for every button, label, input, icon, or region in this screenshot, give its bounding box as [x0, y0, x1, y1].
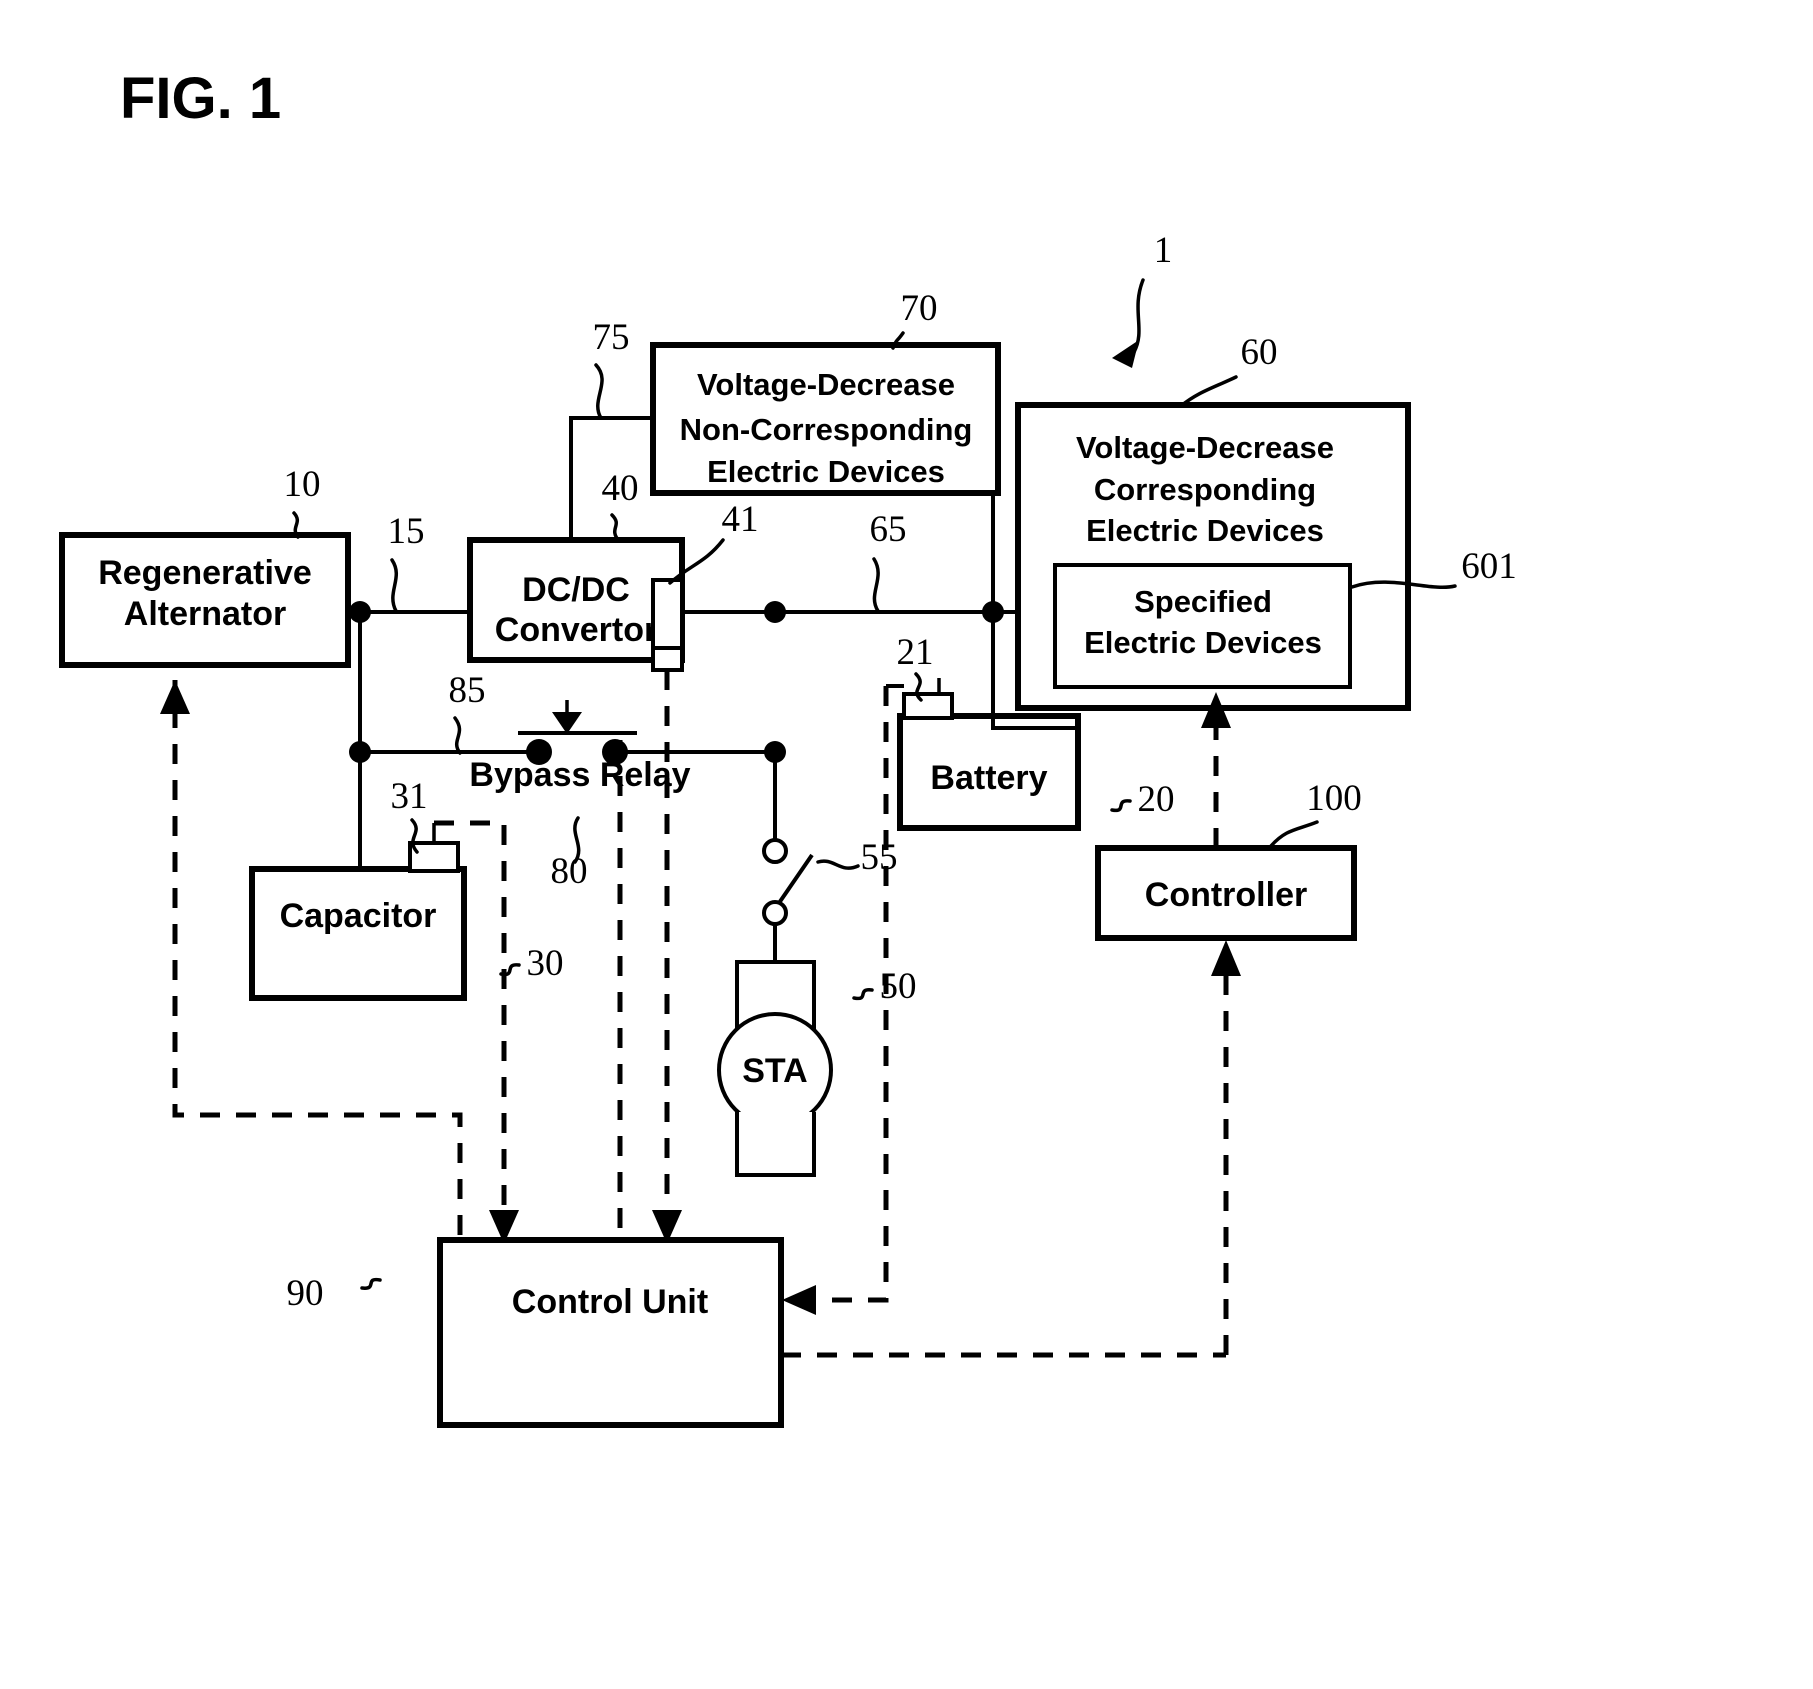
label-alternator-line1: Regenerative: [98, 554, 312, 592]
leader-15: [390, 558, 398, 613]
label-battery: Battery: [930, 759, 1047, 797]
ref-80: 80: [551, 851, 588, 892]
arrowhead-battery-sense: [782, 1285, 816, 1315]
block-control-unit: [437, 1237, 784, 1428]
ref-system-1: 1: [1154, 230, 1173, 271]
leader-60: [1179, 375, 1238, 408]
ref-90: 90: [287, 1273, 324, 1314]
sta-switch-blade: [777, 853, 814, 905]
label-controller: Controller: [1145, 876, 1307, 914]
sta-lower-mask: [737, 1112, 814, 1175]
ref-21: 21: [897, 632, 934, 673]
leader-65: [872, 557, 880, 613]
ref-100: 100: [1306, 778, 1362, 819]
ref-70: 70: [901, 288, 938, 329]
patent-figure-page: FIG. 1 1 Voltage-Decrease Non-Correspond…: [0, 0, 1813, 1689]
ref-85: 85: [449, 670, 486, 711]
label-vd-corr-line1: Voltage-Decrease: [1076, 430, 1334, 465]
ref-75: 75: [593, 317, 630, 358]
arrowhead-control-alternator: [160, 680, 190, 714]
label-vd-non-corr-line1: Voltage-Decrease: [697, 367, 955, 402]
ref-55: 55: [861, 837, 898, 878]
label-vd-corr-line3: Electric Devices: [1086, 513, 1324, 548]
ref-40: 40: [602, 468, 639, 509]
ref-60: 60: [1241, 332, 1278, 373]
label-vd-non-corr-line2: Non-Corresponding: [680, 412, 973, 447]
arrowhead-unit-to-controller: [1211, 940, 1241, 976]
ref-20: 20: [1138, 779, 1175, 820]
node-bus-mid: [764, 601, 786, 623]
ref-10: 10: [284, 464, 321, 505]
dcdc-switch-41-base: [651, 646, 684, 672]
label-specified-line1: Specified: [1134, 584, 1272, 619]
ref-15: 15: [388, 511, 425, 552]
leader-75: [594, 363, 604, 420]
label-vd-non-corr-line3: Electric Devices: [707, 454, 945, 489]
leader-50: [852, 988, 874, 1001]
leader-100: [1269, 820, 1319, 848]
label-control-unit: Control Unit: [512, 1283, 708, 1321]
ref-30: 30: [527, 943, 564, 984]
leader-90: [360, 1277, 382, 1290]
leader-10: [292, 511, 300, 539]
leader-20: [1110, 799, 1132, 813]
bypass-actuator-arrowhead: [552, 712, 582, 734]
sta-switch-lower-contact: [762, 900, 788, 926]
sta-switch-upper-contact: [762, 838, 788, 864]
label-dcdc-line2: Convertor: [495, 611, 657, 649]
figure-1-diagram: FIG. 1 1 Voltage-Decrease Non-Correspond…: [59, 66, 1517, 1428]
ref-31: 31: [391, 776, 428, 817]
ref-65: 65: [870, 509, 907, 550]
ref-41: 41: [722, 499, 759, 540]
arrowhead-system-1: [1112, 340, 1139, 368]
label-vd-corr-line2: Corresponding: [1094, 472, 1316, 507]
label-alternator-line2: Alternator: [124, 595, 286, 633]
figure-title: FIG. 1: [120, 66, 281, 131]
ref-601: 601: [1461, 546, 1517, 587]
leader-85: [453, 716, 462, 755]
label-dcdc-line1: DC/DC: [522, 571, 630, 609]
capacitor-terminal-31: [408, 841, 460, 873]
label-capacitor: Capacitor: [280, 897, 437, 935]
label-bypass-relay: Bypass Relay: [469, 756, 690, 794]
label-specified-line2: Electric Devices: [1084, 625, 1322, 660]
label-sta: STA: [742, 1052, 807, 1090]
battery-terminal-21: [902, 692, 954, 720]
leader-55: [816, 859, 860, 870]
